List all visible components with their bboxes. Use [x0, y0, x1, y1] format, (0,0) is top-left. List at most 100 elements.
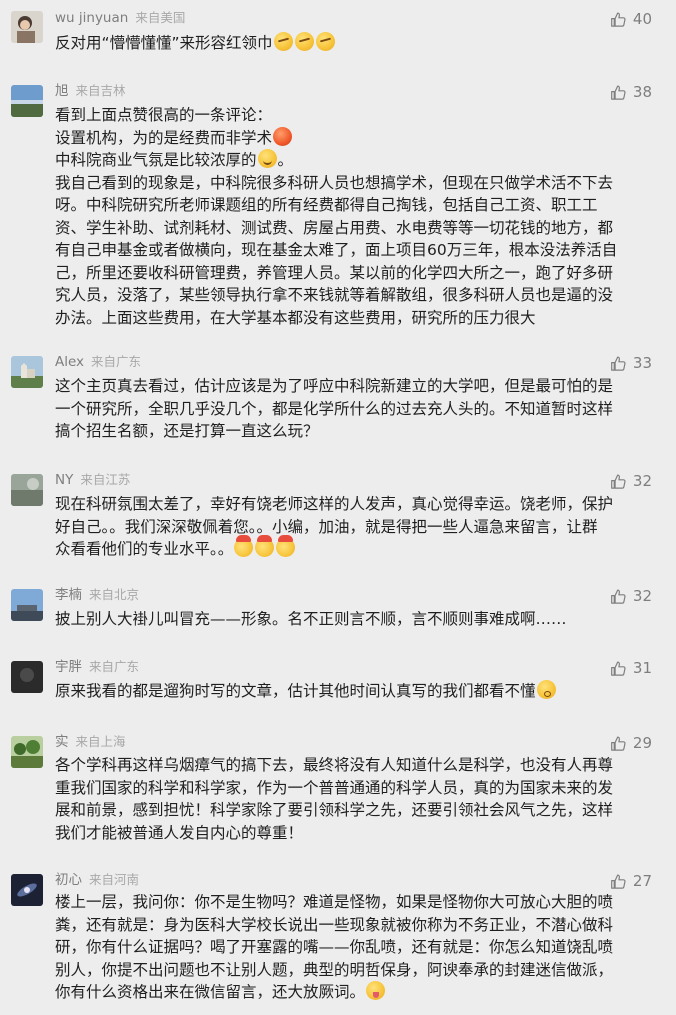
thumbs-up-icon — [611, 874, 626, 889]
like-button[interactable]: 27 — [610, 870, 652, 892]
comment-line: 展和前景，感到担忧！科学家除了要引领科学之先，还要引领社会风气之先，这样 — [55, 801, 614, 819]
comment-location: 来自吉林 — [75, 83, 126, 98]
comment-line: 你有什么资格出来在微信留言，还大放厥词。 — [55, 983, 366, 1001]
avatar[interactable] — [11, 85, 43, 117]
comment-location: 来自河南 — [89, 872, 140, 887]
comment-line: 看到上面点赞很高的一条评论： — [55, 106, 273, 124]
avatar[interactable] — [11, 11, 43, 43]
comment-line: 披上别人大褂儿叫冒充——形象。名不正则言不顺，言不顺则事难成啊…… — [55, 610, 567, 628]
castle-avatar-icon — [11, 356, 43, 388]
comment-line: 中科院商业气氛是比较浓厚的 — [55, 151, 257, 169]
comment-header: Alex 来自广东 — [55, 352, 141, 372]
comment-header: 初心 来自河南 — [55, 870, 139, 890]
avatar[interactable] — [11, 589, 43, 621]
comment-line: 究人员，没落了，某些领导执行拿不来钱就等着解散组，很多科研人员也是逼的没 — [55, 286, 614, 304]
comment-line: 重我们国家的科学和科学家，作为一个普普通通的科学人员，真的为国家未来的发 — [55, 778, 614, 797]
comment-location: 来自江苏 — [80, 472, 131, 487]
comment-nickname[interactable]: wu jinyuan — [55, 10, 128, 26]
comment-line: 一个研究所，全职几乎没几个，都是化学所什么的过去充人头的。不知道暂时这样 — [55, 399, 614, 418]
like-count: 33 — [632, 354, 652, 372]
comment-text: 披上别人大褂儿叫冒充——形象。名不正则言不顺，言不顺则事难成啊…… — [55, 608, 655, 631]
like-button[interactable]: 33 — [610, 352, 652, 374]
like-button[interactable]: 40 — [610, 8, 652, 30]
comment-line: 有自己申基金或者做横向，现在基金太难了，面上项目60万三年，根本没法养活自 — [55, 241, 618, 259]
comment-nickname[interactable]: 实 — [55, 734, 69, 750]
comment-line: 这个主页真去看过，估计应该是为了呼应中科院新建立的大学吧，但是最可怕的是 — [55, 377, 614, 395]
comment-text: 看到上面点赞很高的一条评论： 设置机构，为的是经费而非学术 中科院商业气氛是比较… — [55, 104, 655, 329]
avatar[interactable] — [11, 874, 43, 906]
like-button[interactable]: 32 — [610, 470, 652, 492]
comment-line: 我自己看到的现象是，中科院很多科研人员也想搞学术，但现在只做学术活不下去 — [55, 173, 614, 192]
avatar[interactable] — [11, 736, 43, 768]
party-emoji-icon — [234, 535, 254, 557]
comment-header: wu jinyuan 来自美国 — [55, 8, 185, 28]
avatar[interactable] — [11, 661, 43, 693]
like-button[interactable]: 29 — [610, 732, 652, 754]
comment-header: 实来自上海 — [55, 732, 126, 752]
thumbs-up-icon — [611, 589, 626, 604]
comment-line: 众看看他们的专业水平。。 — [55, 540, 234, 558]
comment-line: 资、学生补助、试剂耗材、测试费、房屋占用费、水电费等等一切花钱的地方，都 — [55, 218, 614, 237]
comment-line: 反对用“懵懵懂懂”来形容红领巾 — [55, 34, 273, 52]
comment-header: NY 来自江苏 — [55, 470, 130, 490]
comment-location: 来自上海 — [75, 734, 126, 749]
portrait-avatar-icon — [11, 11, 43, 43]
comment-nickname[interactable]: 李楠 — [55, 587, 82, 603]
avatar[interactable] — [11, 356, 43, 388]
like-count: 29 — [632, 734, 652, 752]
thinking-emoji-icon — [294, 32, 314, 51]
tongue-emoji-icon — [366, 981, 386, 1000]
comment-line: 我们才能被普通人发自内心的尊重！ — [55, 823, 304, 842]
flushed-emoji-icon — [536, 680, 556, 699]
comment-nickname[interactable]: NY — [55, 472, 73, 488]
like-count: 32 — [632, 472, 652, 490]
comment-text: 原来我看的都是遛狗时写的文章，估计其他时间认真写的我们都看不懂 — [55, 680, 655, 703]
comment-line: 好自己。。我们深深敬佩着您。。小编，加油，就是得把一些人逼急来留言，让群 — [55, 517, 598, 536]
thumbs-up-icon — [611, 474, 626, 489]
comment-line: 粪，还有就是：身为医科大学校长说出一些现象就被你称为不务正业，不潜心做科 — [55, 915, 614, 934]
like-count: 40 — [632, 10, 652, 28]
sky-avatar-icon — [11, 589, 43, 621]
like-button[interactable]: 32 — [610, 585, 652, 607]
avatar[interactable] — [11, 474, 43, 506]
like-count: 27 — [632, 872, 652, 890]
trees-avatar-icon — [11, 736, 43, 768]
comment-line: 呀。中科院研究所老师课题组的所有经费都得自己掏钱，包括自己工资、职工工 — [55, 196, 598, 214]
comment-line: 设置机构，为的是经费而非学术 — [55, 128, 273, 147]
comment-text: 各个学科再这样乌烟瘴气的搞下去，最终将没有人知道什么是科学，也没有人再尊 重我们… — [55, 754, 655, 844]
comment-text: 反对用“懵懵懂懂”来形容红领巾 — [55, 32, 655, 55]
thumbs-up-icon — [611, 661, 626, 676]
comment-header: 宇胖 来自广东 — [55, 657, 139, 677]
comment-header: 旭来自吉林 — [55, 81, 126, 101]
comment-line: 别人，你提不出问题也不让别人题，典型的明哲保身，阿谀奉承的封建迷信做派， — [55, 960, 614, 979]
comment-line: 己，所里还要收科研管理费，养管理人员。某以前的化学四大所之一，跑了好多研 — [55, 263, 614, 282]
comment-line: 各个学科再这样乌烟瘴气的搞下去，最终将没有人知道什么是科学，也没有人再尊 — [55, 756, 614, 774]
comment-line: 楼上一层，我问你：你不是生物吗？难道是怪物，如果是怪物你大可放心大胆的喷 — [55, 893, 614, 911]
mist-avatar-icon — [11, 474, 43, 506]
like-count: 38 — [632, 83, 652, 101]
thumbs-up-icon — [611, 12, 626, 27]
angry-emoji-icon — [273, 126, 293, 146]
comment-text: 这个主页真去看过，估计应该是为了呼应中科院新建立的大学吧，但是最可怕的是 一个研… — [55, 375, 655, 443]
comment-text: 现在科研氛围太差了，幸好有饶老师这样的人发声，真心觉得幸运。饶老师，保护 好自己… — [55, 493, 655, 561]
comment-text: 楼上一层，我问你：你不是生物吗？难道是怪物，如果是怪物你大可放心大胆的喷 粪，还… — [55, 891, 655, 1004]
thumbs-up-icon — [611, 356, 626, 371]
comment-nickname[interactable]: 宇胖 — [55, 659, 82, 675]
smile-emoji-icon — [257, 149, 277, 168]
comment-nickname[interactable]: Alex — [55, 354, 84, 370]
like-button[interactable]: 31 — [610, 657, 652, 679]
comment-location: 来自北京 — [89, 587, 140, 602]
galaxy-avatar-icon — [11, 874, 43, 906]
thinking-emoji-icon — [273, 32, 293, 51]
comment-nickname[interactable]: 旭 — [55, 83, 69, 99]
comment-nickname[interactable]: 初心 — [55, 872, 82, 888]
like-button[interactable]: 38 — [610, 81, 652, 103]
comment-line: 研，你有什么证据吗？喝了开塞露的嘴——你乱喷，还有就是：你怎么知道饶乱喷 — [55, 938, 614, 956]
comment-line: 搞个招生名额，还是打算一直这么玩？ — [55, 422, 319, 440]
like-count: 32 — [632, 587, 652, 605]
thumbs-up-icon — [611, 85, 626, 100]
dark-avatar-icon — [11, 661, 43, 693]
comment-header: 李楠 来自北京 — [55, 585, 139, 605]
thinking-emoji-icon — [315, 32, 335, 51]
party-emoji-icon — [276, 535, 296, 557]
